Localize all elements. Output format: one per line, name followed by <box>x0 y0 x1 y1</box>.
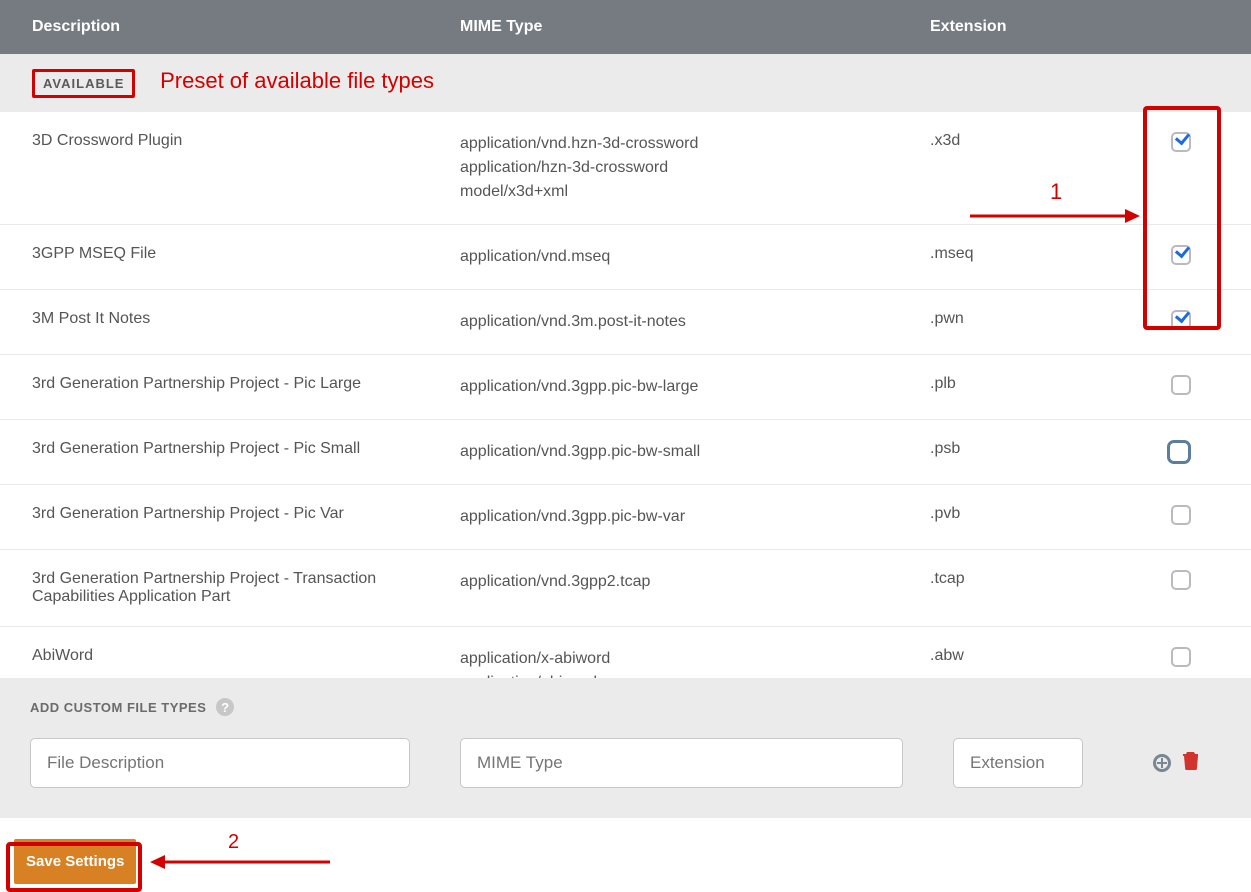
row-checkbox[interactable] <box>1171 570 1191 590</box>
row-mime: application/x-abiwordapplication/abiword… <box>460 647 930 678</box>
row-mime: application/vnd.hzn-3d-crosswordapplicat… <box>460 132 930 204</box>
row-description: AbiWord <box>0 647 460 665</box>
table-row: 3rd Generation Partnership Project - Pic… <box>0 485 1251 550</box>
header-mime: MIME Type <box>460 18 930 36</box>
annotation-preset-text: Preset of available file types <box>160 68 434 93</box>
file-description-input[interactable] <box>30 738 410 788</box>
file-type-list[interactable]: AVAILABLE Preset of available file types… <box>0 54 1251 678</box>
row-description: 3D Crossword Plugin <box>0 132 460 150</box>
row-mime: application/vnd.mseq <box>460 245 930 269</box>
row-extension: .psb <box>930 440 1140 458</box>
row-description: 3rd Generation Partnership Project - Pic… <box>0 505 460 523</box>
annotation-arrow-2 <box>150 852 330 872</box>
row-extension: .tcap <box>930 570 1140 588</box>
add-custom-title-text: ADD CUSTOM FILE TYPES <box>30 700 206 715</box>
table-row: 3GPP MSEQ Fileapplication/vnd.mseq.mseq <box>0 225 1251 290</box>
row-extension: .plb <box>930 375 1140 393</box>
add-custom-title: ADD CUSTOM FILE TYPES ? <box>30 698 1221 716</box>
row-checkbox[interactable] <box>1167 440 1191 464</box>
table-row: 3M Post It Notesapplication/vnd.3m.post-… <box>0 290 1251 355</box>
row-mime: application/vnd.3gpp.pic-bw-var <box>460 505 930 529</box>
row-mime: application/vnd.3m.post-it-notes <box>460 310 930 334</box>
delete-row-icon[interactable] <box>1183 752 1199 775</box>
add-row-icon[interactable] <box>1153 754 1171 772</box>
extension-input[interactable] <box>953 738 1083 788</box>
add-custom-panel: ADD CUSTOM FILE TYPES ? <box>0 678 1251 818</box>
table-header: Description MIME Type Extension <box>0 0 1251 54</box>
header-extension: Extension <box>930 18 1140 36</box>
table-row: AbiWordapplication/x-abiwordapplication/… <box>0 627 1251 678</box>
row-extension: .abw <box>930 647 1140 665</box>
row-description: 3rd Generation Partnership Project - Tra… <box>0 570 460 606</box>
row-checkbox[interactable] <box>1171 245 1191 265</box>
row-description: 3rd Generation Partnership Project - Pic… <box>0 375 460 393</box>
row-mime: application/vnd.3gpp.pic-bw-large <box>460 375 930 399</box>
group-header-available: AVAILABLE Preset of available file types <box>0 54 1251 112</box>
row-mime: application/vnd.3gpp.pic-bw-small <box>460 440 930 464</box>
save-settings-button[interactable]: Save Settings <box>14 839 136 884</box>
row-checkbox[interactable] <box>1171 310 1191 330</box>
row-extension: .x3d <box>930 132 1140 150</box>
row-description: 3rd Generation Partnership Project - Pic… <box>0 440 460 458</box>
table-row: 3rd Generation Partnership Project - Pic… <box>0 420 1251 485</box>
row-extension: .pwn <box>930 310 1140 328</box>
header-description: Description <box>0 18 460 36</box>
row-description: 3M Post It Notes <box>0 310 460 328</box>
annotation-number-2: 2 <box>228 831 239 854</box>
row-checkbox[interactable] <box>1171 132 1191 152</box>
row-extension: .mseq <box>930 245 1140 263</box>
group-title: AVAILABLE <box>32 69 135 98</box>
table-row: 3rd Generation Partnership Project - Pic… <box>0 355 1251 420</box>
row-mime: application/vnd.3gpp2.tcap <box>460 570 930 594</box>
table-row: 3D Crossword Pluginapplication/vnd.hzn-3… <box>0 112 1251 225</box>
row-description: 3GPP MSEQ File <box>0 245 460 263</box>
mime-type-input[interactable] <box>460 738 903 788</box>
row-checkbox[interactable] <box>1171 647 1191 667</box>
table-row: 3rd Generation Partnership Project - Tra… <box>0 550 1251 627</box>
row-checkbox[interactable] <box>1171 505 1191 525</box>
row-checkbox[interactable] <box>1171 375 1191 395</box>
row-extension: .pvb <box>930 505 1140 523</box>
help-icon[interactable]: ? <box>216 698 234 716</box>
